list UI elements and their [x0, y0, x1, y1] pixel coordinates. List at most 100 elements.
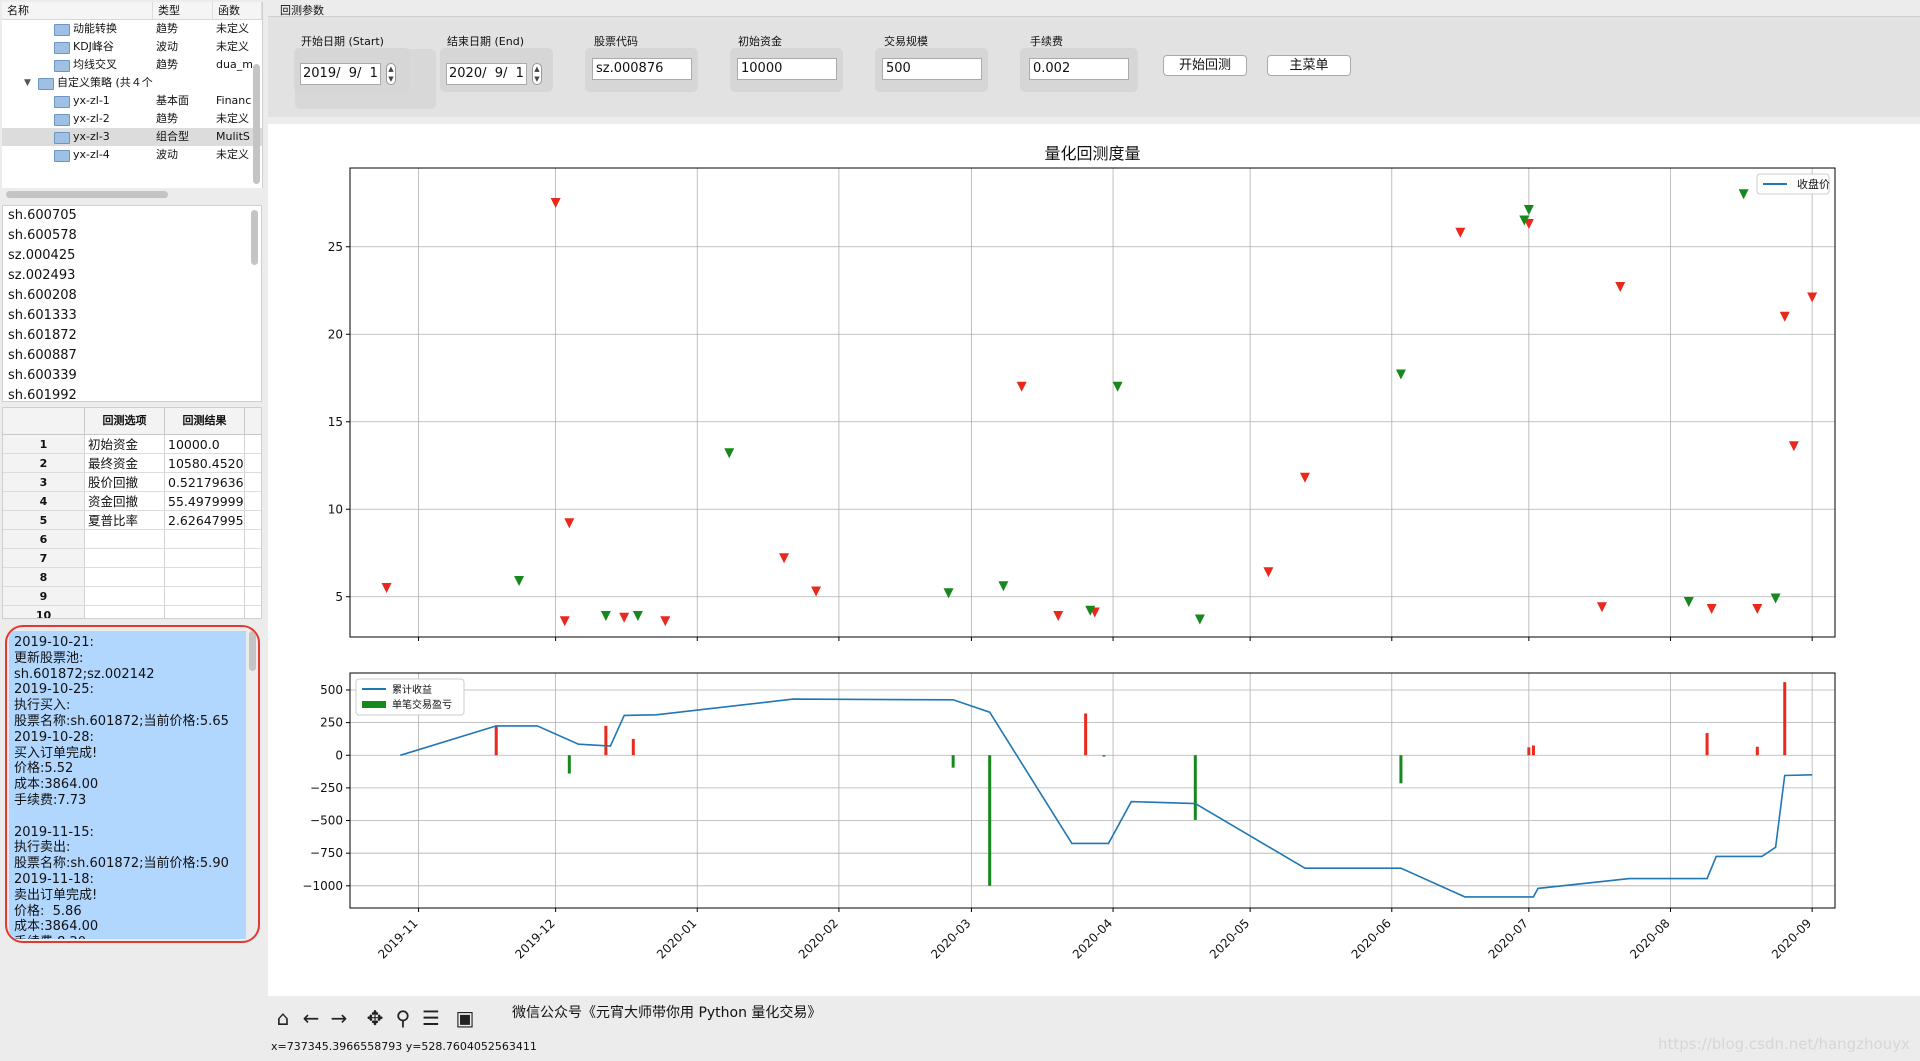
chart-canvas[interactable]: 量化回测度量 5 10 15 20 25 收盘价 2019-11 2019-12 2020-01… — [268, 124, 1920, 996]
tree-vertical-scrollbar[interactable] — [253, 64, 260, 184]
fee-input[interactable]: 0.002 — [1029, 58, 1129, 80]
tree-row[interactable]: yx-zl-2 趋势 未定义 — [2, 110, 262, 128]
stock-list-item[interactable]: sh.601333 — [3, 306, 261, 326]
stock-list-item[interactable]: sh.600705 — [3, 206, 261, 226]
trade-pnl-bar — [494, 725, 498, 756]
tree-row[interactable]: yx-zl-3 组合型 MulitS — [2, 128, 262, 146]
row-number: 9 — [3, 587, 85, 605]
results-row[interactable]: 8 — [3, 568, 261, 587]
results-row[interactable]: 10 — [3, 606, 261, 618]
result-option[interactable] — [85, 530, 165, 548]
zoom-icon[interactable]: ⚲ — [390, 1005, 416, 1031]
results-row[interactable]: 7 — [3, 549, 261, 568]
result-option[interactable]: 股价回撤 — [85, 473, 165, 491]
results-row[interactable]: 9 — [3, 587, 261, 606]
stock-list-item[interactable]: sh.601872 — [3, 326, 261, 346]
initial-capital-input[interactable]: 10000 — [737, 58, 837, 80]
tree-item-name: KDJ峰谷 — [73, 40, 114, 53]
results-row[interactable]: 2 最终资金 10580.4520 — [3, 454, 261, 473]
start-backtest-button[interactable]: 开始回测 — [1163, 55, 1247, 76]
start-date-input[interactable]: 2019/ 9/ 1 — [300, 63, 381, 85]
result-value[interactable] — [165, 587, 245, 605]
tree-horizontal-scrollbar[interactable] — [6, 191, 168, 198]
trade-size-input[interactable]: 500 — [882, 58, 982, 80]
strategy-tree[interactable]: 名称 类型 函数 动能转换 趋势 未定义 KDJ峰谷 波动 未定义 均线交叉 趋势 dua_m ▼… — [2, 2, 263, 188]
result-option[interactable]: 初始资金 — [85, 435, 165, 453]
expand-triangle-icon[interactable]: ▼ — [24, 74, 31, 92]
result-option[interactable]: 最终资金 — [85, 454, 165, 472]
tree-row[interactable]: yx-zl-1 基本面 Financ — [2, 92, 262, 110]
results-header-result[interactable]: 回测结果 — [165, 408, 245, 434]
result-option[interactable] — [85, 568, 165, 586]
stock-code-input[interactable]: sz.000876 — [592, 58, 692, 80]
start-date-spinner[interactable]: ▲ ▼ — [386, 63, 396, 85]
result-option[interactable]: 资金回撤 — [85, 492, 165, 510]
results-row[interactable]: 4 资金回撤 55.4979999 — [3, 492, 261, 511]
forward-icon[interactable]: → — [326, 1005, 352, 1031]
x-tick-label: 2020-05 — [1207, 916, 1252, 961]
results-row[interactable]: 1 初始资金 10000.0 — [3, 435, 261, 454]
result-option[interactable]: 夏普比率 — [85, 511, 165, 529]
results-row[interactable]: 3 股价回撤 0.52179636 — [3, 473, 261, 492]
stock-list-item[interactable]: sh.600887 — [3, 346, 261, 366]
tree-row[interactable]: ▼ 自定义策略 (共４个 — [2, 74, 262, 92]
chart-figure[interactable]: 量化回测度量 5 10 15 20 25 收盘价 2019-11 2019-12 2020-01… — [268, 124, 1920, 996]
stock-list-item[interactable]: sh.600339 — [3, 366, 261, 386]
stock-list-item[interactable]: sh.601992 — [3, 386, 261, 401]
result-option[interactable] — [85, 606, 165, 618]
tree-header-type[interactable]: 类型 — [153, 2, 213, 19]
tree-row[interactable]: yx-zl-4 波动 未定义 — [2, 146, 262, 164]
row-number: 1 — [3, 435, 85, 453]
sell-marker — [381, 583, 392, 593]
result-value[interactable]: 0.52179636 — [165, 473, 245, 491]
save-icon[interactable]: ▣ — [452, 1005, 478, 1031]
stock-list-item[interactable]: sz.000425 — [3, 246, 261, 266]
home-icon[interactable]: ⌂ — [270, 1005, 296, 1031]
y-tick-label: 15 — [328, 415, 343, 429]
stock-list-item[interactable]: sz.002493 — [3, 266, 261, 286]
result-value[interactable] — [165, 530, 245, 548]
back-icon[interactable]: ← — [298, 1005, 324, 1031]
tree-header-name[interactable]: 名称 — [2, 2, 153, 19]
stock-list-item[interactable]: sh.600208 — [3, 286, 261, 306]
stock-pool-list[interactable]: sh.600705 sh.600578 sz.000425 sz.002493 sh.6… — [2, 205, 262, 402]
tree-header-func[interactable]: 函数 — [213, 2, 262, 19]
end-date-spinner[interactable]: ▲ ▼ — [532, 63, 542, 85]
log-scrollbar[interactable] — [249, 631, 256, 671]
stock-list-item[interactable]: sh.600578 — [3, 226, 261, 246]
results-row[interactable]: 5 夏普比率 2.62647995 — [3, 511, 261, 530]
y-tick-label: −500 — [310, 814, 343, 828]
result-value[interactable] — [165, 568, 245, 586]
result-value[interactable]: 55.4979999 — [165, 492, 245, 510]
results-row[interactable]: 6 — [3, 530, 261, 549]
stock-list-scrollbar[interactable] — [251, 210, 258, 265]
end-date-input[interactable]: 2020/ 9/ 1 — [446, 63, 527, 85]
tree-row[interactable]: 动能转换 趋势 未定义 — [2, 20, 262, 38]
result-option[interactable] — [85, 549, 165, 567]
result-value[interactable] — [165, 606, 245, 618]
configure-icon[interactable]: ☰ — [418, 1005, 444, 1031]
cumulative-profit-line — [400, 698, 1813, 898]
main-menu-button[interactable]: 主菜单 — [1267, 55, 1351, 76]
buy-marker — [632, 611, 643, 621]
results-header-option[interactable]: 回测选项 — [85, 408, 165, 434]
x-tick-label: 2020-04 — [1070, 916, 1115, 961]
result-value[interactable]: 10000.0 — [165, 435, 245, 453]
tree-row[interactable]: KDJ峰谷 波动 未定义 — [2, 38, 262, 56]
pan-icon[interactable]: ✥ — [362, 1005, 388, 1031]
buy-marker — [1194, 614, 1205, 625]
backtest-log-text[interactable]: 2019-10-21: 更新股票池: sh.601872;sz.002142 2… — [9, 631, 246, 939]
tree-item-name: yx-zl-3 — [73, 130, 110, 143]
result-value[interactable]: 10580.4520 — [165, 454, 245, 472]
result-value[interactable] — [165, 549, 245, 567]
tree-row[interactable]: 均线交叉 趋势 dua_m — [2, 56, 262, 74]
result-option[interactable] — [85, 587, 165, 605]
folder-icon — [54, 24, 70, 36]
tree-item-name: 均线交叉 — [73, 58, 117, 71]
x-tick-label: 2020-07 — [1486, 916, 1531, 961]
result-value[interactable]: 2.62647995 — [165, 511, 245, 529]
row-number: 3 — [3, 473, 85, 491]
trade-pnl-bar — [1527, 747, 1531, 756]
y-tick-label: 500 — [320, 683, 343, 697]
buy-marker — [1770, 593, 1781, 604]
